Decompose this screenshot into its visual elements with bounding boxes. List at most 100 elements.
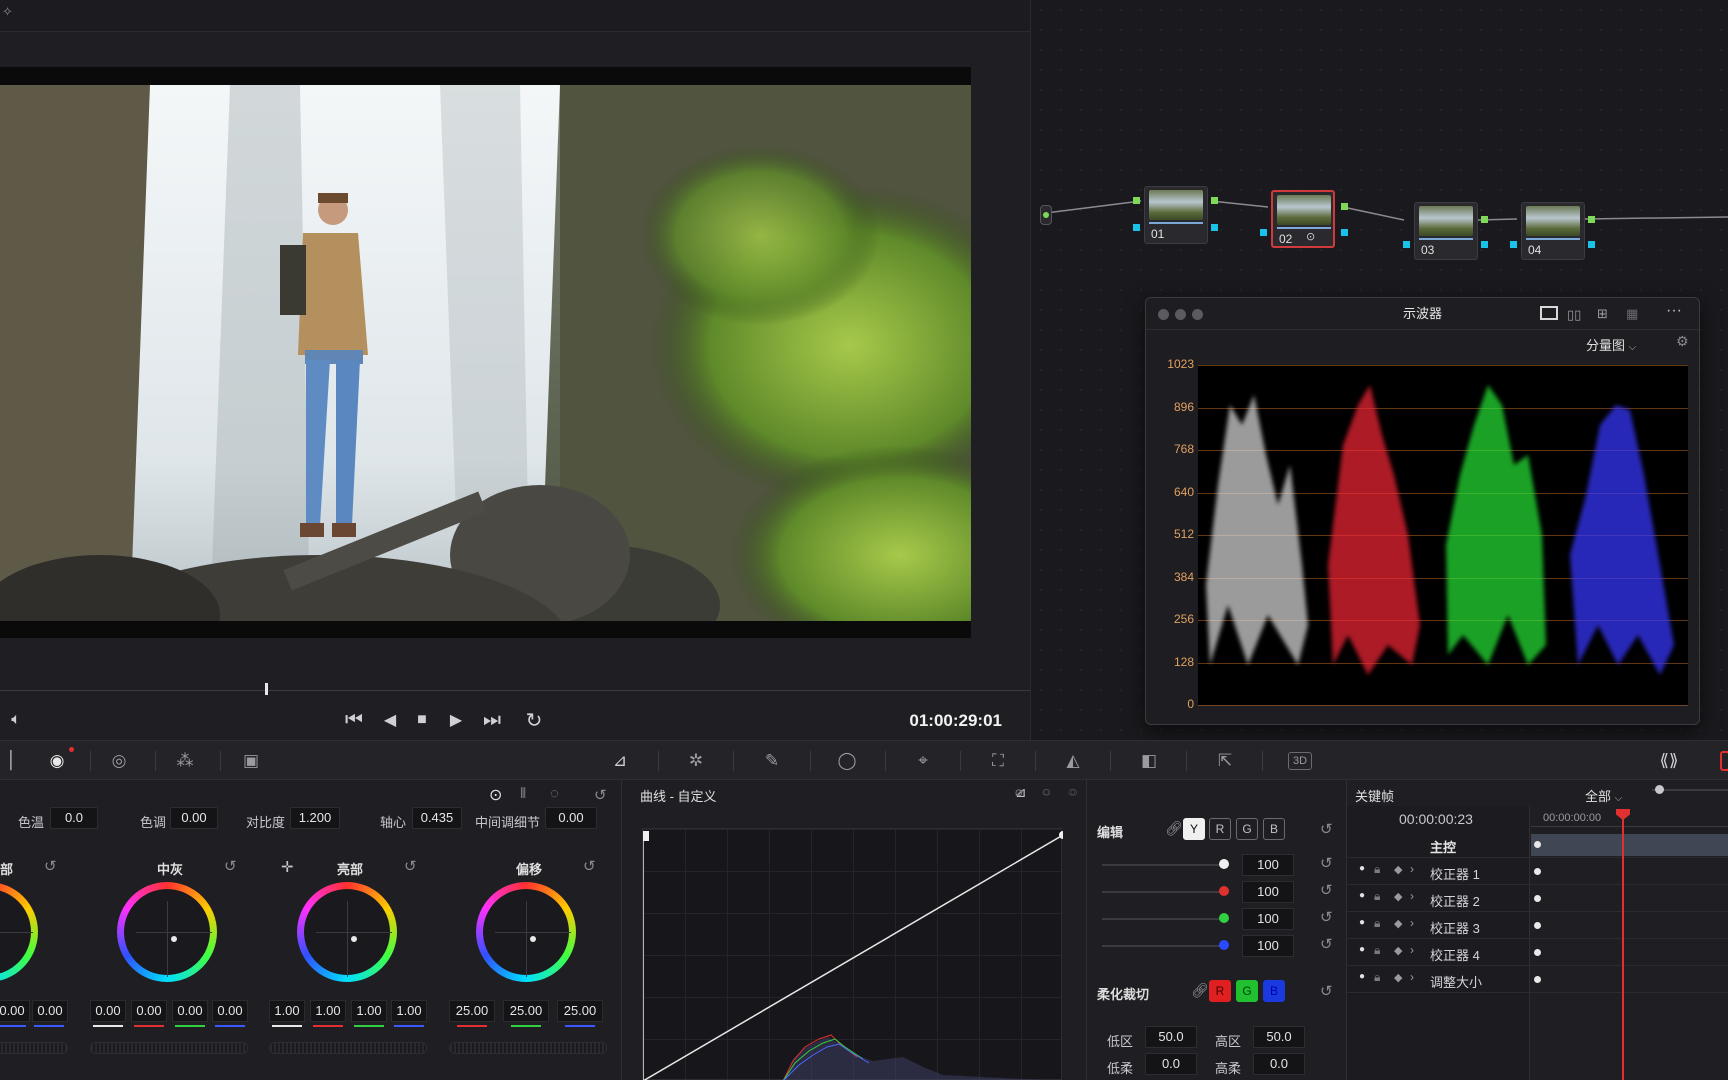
gamma-wheel[interactable] — [117, 882, 217, 982]
layout-quad-icon[interactable]: ⊞ — [1597, 306, 1608, 322]
lum-vs-sat-icon[interactable]: ⌀ — [1015, 784, 1023, 800]
contrast-field[interactable]: 1.200 — [290, 807, 340, 829]
gamma-value-b[interactable]: 0.00 — [212, 1000, 248, 1022]
temp-field[interactable]: 0.0 — [50, 807, 98, 829]
window-icon[interactable]: ◯ — [834, 749, 860, 773]
keyframe-marker[interactable] — [1534, 868, 1541, 875]
hdr-wheels-icon[interactable]: ◎ — [106, 749, 132, 773]
reset-icon[interactable]: ↺ — [44, 857, 57, 875]
keyframe-row-master[interactable]: 主控 — [1347, 831, 1728, 858]
layout-dual-icon[interactable]: ▯▯ — [1567, 307, 1581, 323]
keyframe-row[interactable]: ● 🔒︎ ◆ › 调整大小 — [1347, 966, 1728, 993]
diamond-icon[interactable]: ◆ — [1394, 971, 1402, 984]
gain-value-y[interactable]: 1.00 — [269, 1000, 305, 1022]
node-01[interactable]: 01 — [1144, 186, 1208, 244]
node-output-blue[interactable] — [1341, 229, 1348, 236]
key-icon[interactable]: ◧ — [1136, 749, 1162, 773]
reset-icon[interactable]: ↺ — [1320, 982, 1333, 1000]
offset-value-r[interactable]: 25.00 — [449, 1000, 495, 1022]
reset-icon[interactable]: ↺ — [1320, 935, 1333, 953]
intensity-b-value[interactable]: 100 — [1242, 935, 1294, 957]
layout-single-icon[interactable] — [1540, 306, 1558, 320]
diamond-icon[interactable]: ◆ — [1394, 917, 1402, 930]
keyframe-playhead[interactable] — [1622, 816, 1624, 1080]
timeline-scrubber[interactable] — [0, 690, 1030, 691]
intensity-slider-y[interactable] — [1102, 864, 1227, 866]
gain-value-r[interactable]: 1.00 — [310, 1000, 346, 1022]
node-input-blue[interactable] — [1510, 241, 1517, 248]
channel-b-button[interactable]: B — [1263, 818, 1285, 840]
chevron-right-icon[interactable]: › — [1410, 889, 1414, 903]
gamma-value-g[interactable]: 0.00 — [172, 1000, 208, 1022]
motion-effects-icon[interactable]: ▣ — [238, 749, 264, 773]
lock-icon[interactable]: 🔒︎ — [1374, 889, 1380, 904]
node-source-input[interactable] — [1040, 205, 1052, 225]
offset-value-g[interactable]: 25.00 — [503, 1000, 549, 1022]
low-soft-value[interactable]: 0.0 — [1145, 1053, 1197, 1075]
lift-value[interactable]: 0.00 — [0, 1000, 30, 1022]
keyframe-marker[interactable] — [1534, 922, 1541, 929]
chevron-right-icon[interactable]: › — [1410, 862, 1414, 876]
slider-knob-b[interactable] — [1219, 940, 1229, 950]
reset-icon[interactable]: ↺ — [224, 857, 237, 875]
node-output-green[interactable] — [1481, 216, 1488, 223]
node-03[interactable]: 03 — [1414, 202, 1478, 260]
node-output-green[interactable] — [1341, 203, 1348, 210]
reset-icon[interactable]: ↺ — [1320, 820, 1333, 838]
magic-wand-icon[interactable]: ✧ — [2, 4, 13, 20]
node-output-blue[interactable] — [1481, 241, 1488, 248]
reset-icon[interactable]: ↺ — [1320, 854, 1333, 872]
chevron-right-icon[interactable]: › — [1410, 916, 1414, 930]
lock-icon[interactable]: 🔒︎ — [1374, 862, 1380, 877]
node-input-blue[interactable] — [1133, 224, 1140, 231]
window-close-button[interactable] — [1158, 309, 1169, 320]
keyframes-filter-select[interactable]: 全部 ⌵ — [1585, 786, 1622, 805]
node-input-green[interactable] — [1133, 197, 1140, 204]
curves-icon[interactable]: ⊿ — [607, 749, 633, 773]
keyframes-panel-icon[interactable]: ⟪⟫ — [1656, 749, 1682, 773]
blur-icon[interactable]: ◭ — [1060, 749, 1086, 773]
soft-clip-g-button[interactable]: G — [1236, 980, 1258, 1002]
play-button[interactable]: ▶ — [444, 705, 468, 735]
keyframe-row[interactable]: ● 🔒︎ ◆ › 校正器 4 — [1347, 939, 1728, 966]
log-wheels-mode-icon[interactable]: ◌ — [550, 785, 559, 802]
link-icon[interactable]: 🔗︎ — [1191, 982, 1209, 999]
gain-master-wheel[interactable] — [269, 1042, 427, 1054]
skip-to-start-button[interactable]: ⏮︎ — [340, 705, 368, 735]
primaries-wheels-mode-icon[interactable]: ⊙ — [489, 785, 502, 805]
gain-wheel[interactable] — [297, 882, 397, 982]
node-02[interactable]: 02 ⊙ — [1271, 190, 1335, 248]
keyframe-marker[interactable] — [1534, 895, 1541, 902]
rgb-mixer-icon[interactable]: ⁂ — [172, 749, 198, 773]
channel-y-button[interactable]: Y — [1183, 818, 1205, 840]
gamma-value-r[interactable]: 0.00 — [131, 1000, 167, 1022]
node-input-blue[interactable] — [1260, 229, 1267, 236]
soft-clip-b-button[interactable]: B — [1263, 980, 1285, 1002]
gain-value-b[interactable]: 1.00 — [391, 1000, 427, 1022]
reset-icon[interactable]: ↺ — [594, 786, 607, 804]
keyframe-row[interactable]: ● 🔒︎ ◆ › 校正器 2 — [1347, 885, 1728, 912]
enable-dot-icon[interactable]: ● — [1359, 863, 1365, 874]
pivot-field[interactable]: 0.435 — [412, 807, 462, 829]
node-output-green[interactable] — [1588, 216, 1595, 223]
slider-knob-g[interactable] — [1219, 913, 1229, 923]
keyframe-row[interactable]: ● 🔒︎ ◆ › 校正器 1 — [1347, 858, 1728, 885]
low-value[interactable]: 50.0 — [1145, 1026, 1197, 1048]
keyframe-marker[interactable] — [1534, 841, 1541, 848]
window-minimize-button[interactable] — [1175, 309, 1186, 320]
sizing-icon[interactable]: ⇱ — [1212, 749, 1238, 773]
diamond-icon[interactable]: ◆ — [1394, 944, 1402, 957]
diamond-icon[interactable]: ◆ — [1394, 863, 1402, 876]
reset-icon[interactable]: ↺ — [583, 857, 596, 875]
enable-dot-icon[interactable]: ● — [1359, 971, 1365, 982]
link-icon[interactable]: 🔗︎ — [1165, 820, 1183, 837]
node-input-blue[interactable] — [1403, 241, 1410, 248]
loop-icon[interactable]: ↻ — [520, 705, 548, 735]
scope-mode-select[interactable]: 分量图 ⌵ — [1586, 335, 1636, 354]
enable-dot-icon[interactable]: ● — [1359, 890, 1365, 901]
node-output-blue[interactable] — [1588, 241, 1595, 248]
high-value[interactable]: 50.0 — [1253, 1026, 1305, 1048]
node-output-green[interactable] — [1211, 197, 1218, 204]
lock-icon[interactable]: 🔒︎ — [1374, 970, 1380, 985]
slider-knob-r[interactable] — [1219, 886, 1229, 896]
